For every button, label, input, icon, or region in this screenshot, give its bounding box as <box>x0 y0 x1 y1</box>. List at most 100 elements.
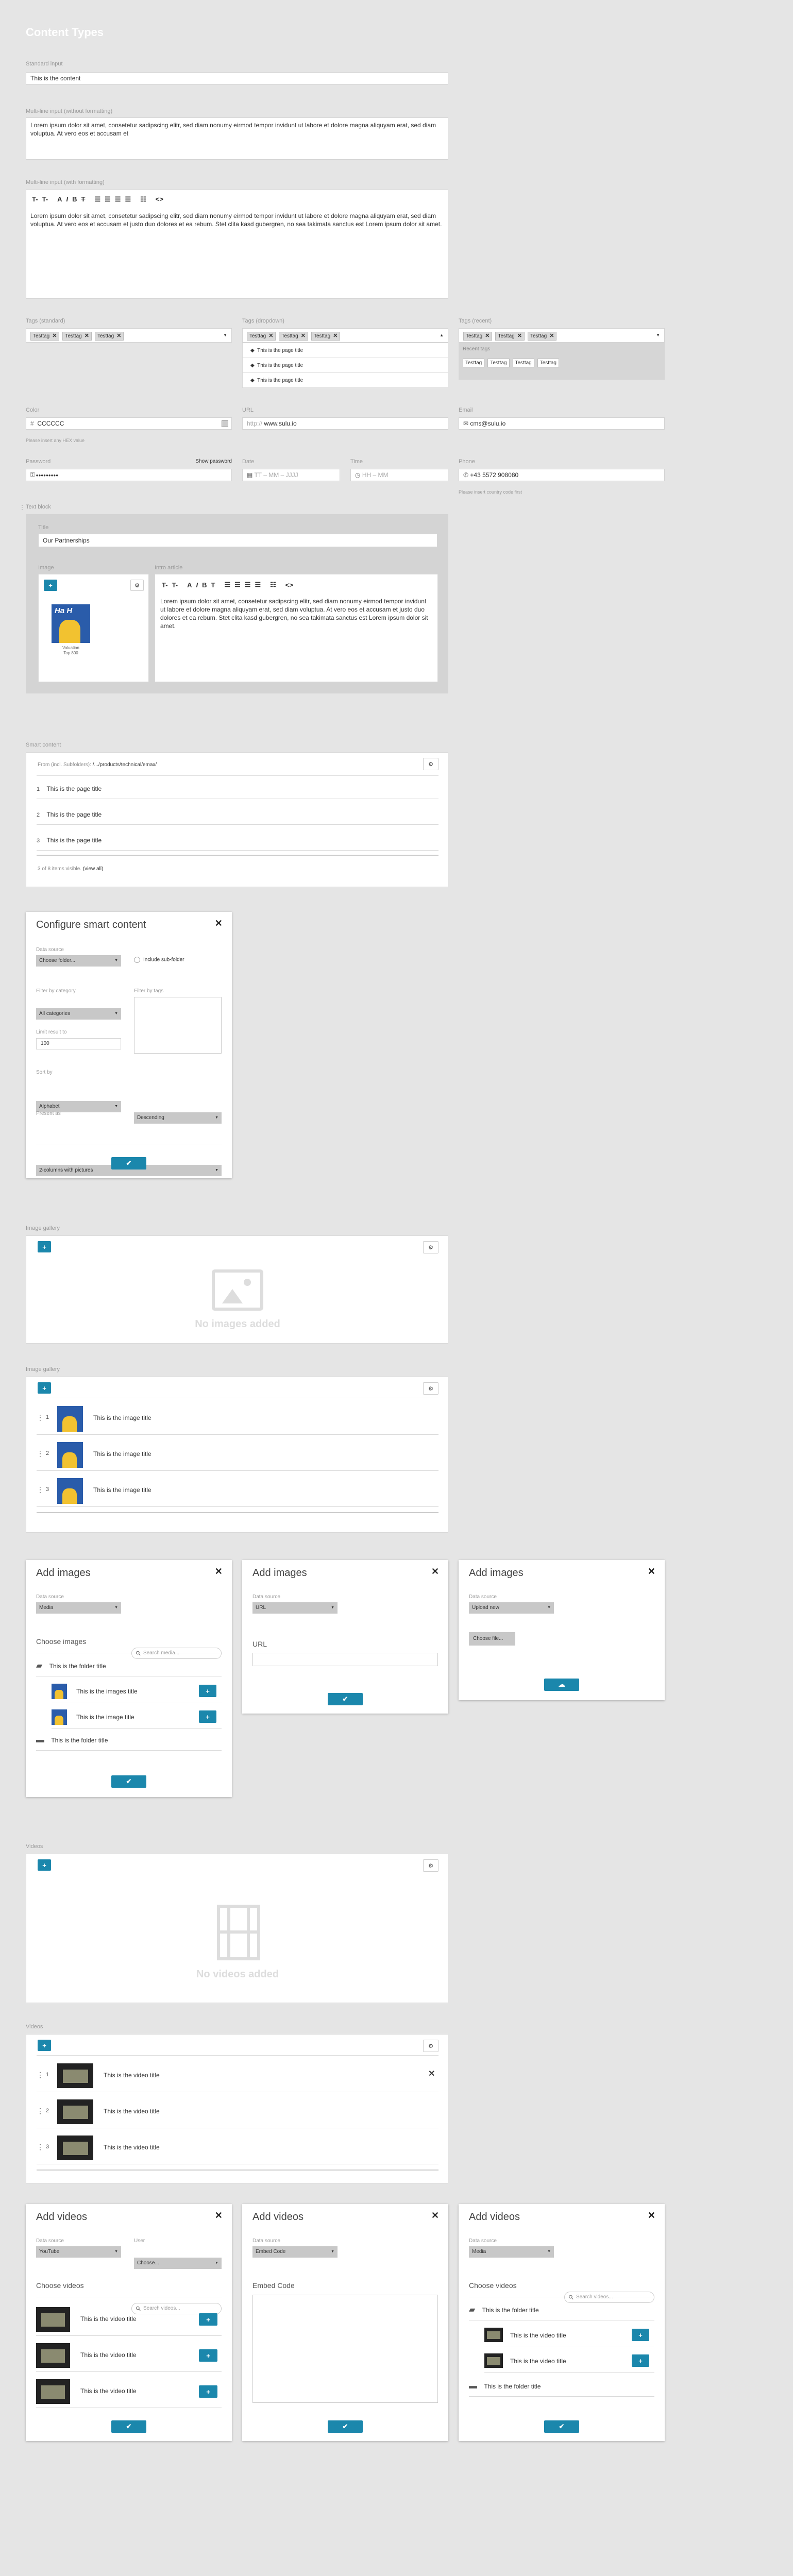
text-size-up-button[interactable]: T- <box>171 581 180 589</box>
code-button[interactable]: <> <box>154 195 165 204</box>
close-icon[interactable]: ✕ <box>431 2210 439 2221</box>
tags-filter-box[interactable] <box>134 997 222 1054</box>
close-icon[interactable]: ✕ <box>428 2069 435 2079</box>
align-right-icon[interactable]: ☰ <box>243 581 252 589</box>
strike-button[interactable]: T <box>210 581 217 589</box>
add-video-button[interactable]: + <box>38 2040 51 2051</box>
data-source-select[interactable]: Media <box>36 1602 121 1614</box>
upload-button[interactable]: ☁ <box>544 1679 579 1691</box>
text-size-down-button[interactable]: T- <box>160 581 170 589</box>
chevron-up-icon[interactable]: ▲ <box>440 331 444 340</box>
align-center-icon[interactable]: ☰ <box>233 581 242 589</box>
url-input[interactable] <box>252 1653 438 1666</box>
remove-tag-icon[interactable]: ✕ <box>116 332 121 341</box>
add-item-button[interactable]: + <box>199 2385 217 2398</box>
italic-button[interactable]: I <box>195 581 200 589</box>
chevron-down-icon[interactable]: ▼ <box>656 331 660 340</box>
password-input[interactable]: ⚿ ●●●●●●●●● <box>26 469 232 481</box>
add-item-button[interactable]: + <box>199 1710 216 1723</box>
font-button[interactable]: A <box>185 581 193 589</box>
folder-row[interactable]: ▬ This is the folder title <box>469 2376 654 2397</box>
multiline-input[interactable]: Lorem ipsum dolor sit amet, consetetur s… <box>26 117 448 160</box>
list-item[interactable]: ⋮ 3 This is the image title <box>37 1473 438 1507</box>
choose-file-button[interactable]: Choose file... <box>469 1632 515 1646</box>
data-source-select[interactable]: YouTube <box>36 2246 121 2258</box>
time-input[interactable]: ◷ HH – MM <box>350 469 448 481</box>
remove-tag-icon[interactable]: ✕ <box>485 332 490 341</box>
list-item[interactable]: ⋮ 2 This is the image title <box>37 1437 438 1471</box>
configure-button[interactable]: ⚙ <box>423 758 438 770</box>
embed-textarea[interactable] <box>252 2295 438 2403</box>
add-item-button[interactable]: + <box>199 2349 217 2362</box>
data-source-select[interactable]: Upload new <box>469 1602 554 1614</box>
drag-handle-icon[interactable]: ⋮ <box>37 1485 44 1494</box>
align-justify-icon[interactable]: ☰ <box>253 581 262 589</box>
phone-input[interactable]: ✆ +43 5572 908080 <box>459 469 665 481</box>
tags-std-input[interactable]: Testtag ✕ Testtag ✕ Testtag ✕ ▼ <box>26 328 232 343</box>
data-source-select[interactable]: URL <box>252 1602 338 1614</box>
url-input[interactable]: http:// www.sulu.io <box>242 417 448 430</box>
add-image-button[interactable]: + <box>38 1382 51 1394</box>
list-item[interactable]: 2 This is the page title <box>37 804 438 825</box>
close-icon[interactable]: ✕ <box>215 2210 223 2221</box>
order-select[interactable]: Descending <box>134 1112 222 1124</box>
confirm-button[interactable]: ✔ <box>544 2420 579 2433</box>
list-icon[interactable]: ☷ <box>268 581 278 589</box>
align-right-icon[interactable]: ☰ <box>113 195 123 204</box>
standard-input[interactable]: This is the content <box>26 72 448 84</box>
recent-tag[interactable]: Testtag <box>512 359 534 367</box>
color-input[interactable]: # CCCCCC <box>26 417 232 430</box>
email-input[interactable]: ✉ cms@sulu.io <box>459 417 665 430</box>
data-source-select[interactable]: Choose folder... <box>36 955 121 967</box>
add-item-button[interactable]: + <box>199 2313 217 2326</box>
dropdown-option[interactable]: ◆ This is the page title <box>243 373 448 388</box>
title-input[interactable]: Our Partnerships <box>38 534 437 547</box>
list-item[interactable]: ⋮ 2 This is the video title <box>37 2094 438 2128</box>
list-item[interactable]: 1 This is the page title <box>37 778 438 799</box>
gear-icon[interactable]: ⚙ <box>423 2040 438 2052</box>
align-left-icon[interactable]: ☰ <box>223 581 232 589</box>
folder-row[interactable]: ▬ This is the folder title <box>36 1730 222 1751</box>
drag-handle-icon[interactable]: ⋮ <box>37 2107 44 2115</box>
confirm-button[interactable]: ✔ <box>328 1693 363 1705</box>
drag-handle-icon[interactable]: ⋮ <box>37 1449 44 1458</box>
align-left-icon[interactable]: ☰ <box>93 195 102 204</box>
align-center-icon[interactable]: ☰ <box>103 195 112 204</box>
gear-icon[interactable]: ⚙ <box>423 1382 438 1395</box>
tags-drop-input[interactable]: Testtag ✕ Testtag ✕ Testtag ✕ ▲ <box>242 328 448 343</box>
user-select[interactable]: Choose... <box>134 2258 222 2269</box>
text-size-up-button[interactable]: T- <box>41 195 50 204</box>
remove-tag-icon[interactable]: ✕ <box>85 332 89 341</box>
code-button[interactable]: <> <box>284 581 295 589</box>
view-all-link[interactable]: (view all) <box>83 866 103 872</box>
confirm-button[interactable]: ✔ <box>111 1157 146 1170</box>
folder-row[interactable]: ▰ This is the folder title <box>36 1656 222 1676</box>
subfolder-checkbox[interactable]: Include sub-folder <box>134 957 184 963</box>
date-input[interactable]: ▦ TT – MM – JJJJ <box>242 469 340 481</box>
align-justify-icon[interactable]: ☰ <box>123 195 132 204</box>
recent-tag[interactable]: Testtag <box>487 359 510 367</box>
strike-button[interactable]: T <box>80 195 87 204</box>
close-icon[interactable]: ✕ <box>648 2210 655 2221</box>
remove-tag-icon[interactable]: ✕ <box>333 332 338 341</box>
rich-editor[interactable]: T- T- A I B T ☰ ☰ ☰ ☰ ☷ <> Lorem ipsum d… <box>26 190 448 299</box>
add-image-button[interactable]: + <box>44 580 57 591</box>
color-swatch-icon[interactable] <box>222 420 228 427</box>
remove-tag-icon[interactable]: ✕ <box>52 332 57 341</box>
bold-button[interactable]: B <box>71 195 78 204</box>
gear-icon[interactable]: ⚙ <box>423 1241 438 1253</box>
close-icon[interactable]: ✕ <box>215 918 223 929</box>
add-image-button[interactable]: + <box>38 1241 51 1252</box>
add-item-button[interactable]: + <box>632 2329 649 2341</box>
font-button[interactable]: A <box>56 195 63 204</box>
list-item[interactable]: ⋮ 1 This is the image title <box>37 1401 438 1435</box>
folder-row[interactable]: ▰ This is the folder title <box>469 2300 654 2320</box>
add-video-button[interactable]: + <box>38 1859 51 1871</box>
add-item-button[interactable]: + <box>632 2354 649 2367</box>
close-icon[interactable]: ✕ <box>215 1566 223 1577</box>
bold-button[interactable]: B <box>200 581 208 589</box>
add-item-button[interactable]: + <box>199 1685 216 1697</box>
remove-tag-icon[interactable]: ✕ <box>517 332 522 341</box>
recent-tag[interactable]: Testtag <box>463 359 485 367</box>
recent-tag[interactable]: Testtag <box>537 359 559 367</box>
